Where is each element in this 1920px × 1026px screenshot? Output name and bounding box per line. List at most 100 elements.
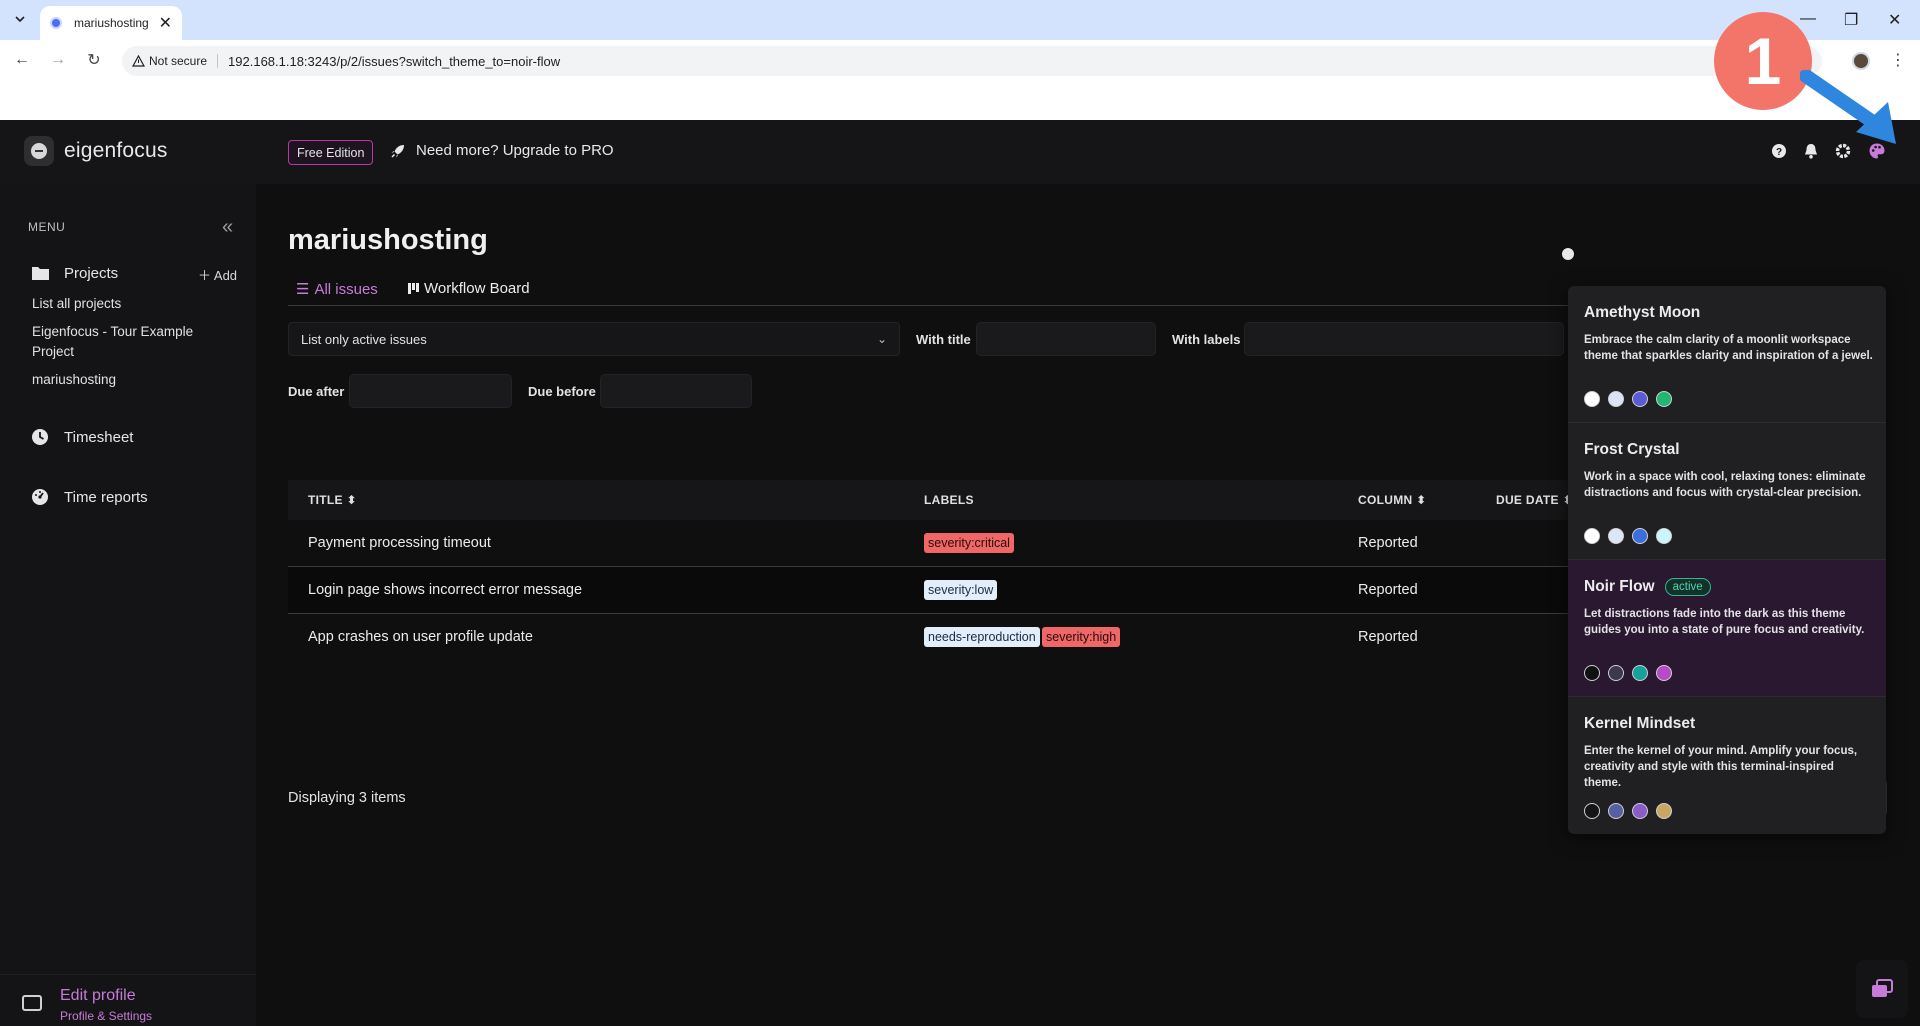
table-row[interactable]: App crashes on user profile update needs… — [288, 614, 1658, 661]
color-swatch — [1632, 665, 1648, 681]
theme-option-frost-crystal[interactable]: Frost Crystal Work in a space with cool,… — [1568, 423, 1886, 560]
svg-text:?: ? — [1776, 147, 1782, 158]
timesheet-label: Timesheet — [64, 428, 134, 446]
browser-menu-icon[interactable]: ⋮ — [1890, 50, 1906, 70]
table-header: TITLE ⬍ LABELS COLUMN ⬍ DUE DATE ⬍ — [288, 480, 1658, 520]
theme-description: Enter the kernel of your mind. Amplify y… — [1584, 745, 1858, 789]
active-issues-select[interactable]: List only active issues ⌄ — [288, 322, 900, 356]
color-swatch — [1632, 391, 1648, 407]
theme-option-amethyst-moon[interactable]: Amethyst Moon Embrace the calm clarity o… — [1568, 286, 1886, 423]
color-swatch — [1608, 803, 1624, 819]
col-column-header[interactable]: COLUMN ⬍ — [1358, 493, 1426, 507]
sidebar-item-time-reports[interactable]: Time reports — [30, 488, 148, 506]
active-badge: active — [1664, 578, 1711, 596]
col-labels-header: LABELS — [924, 493, 974, 507]
window-close-icon[interactable]: ✕ — [1888, 10, 1901, 30]
sidebar-item-list-all-projects[interactable]: List all projects — [32, 294, 232, 314]
profile-settings-label: Profile & Settings — [60, 1009, 153, 1023]
theme-switcher-menu: Amethyst Moon Embrace the calm clarity o… — [1568, 286, 1886, 834]
sidebar-item-mariushosting[interactable]: mariushosting — [32, 370, 232, 390]
theme-name-text: Frost Crystal — [1584, 441, 1680, 458]
with-labels-input[interactable] — [1244, 322, 1564, 356]
issue-title[interactable]: Payment processing timeout — [308, 535, 491, 551]
edit-profile-link[interactable]: Edit profile Profile & Settings — [0, 974, 256, 1026]
profile-avatar[interactable] — [1852, 52, 1870, 70]
issue-column: Reported — [1358, 535, 1418, 551]
color-swatch — [1584, 391, 1600, 407]
with-title-label: With title — [916, 332, 971, 347]
color-swatch — [1608, 391, 1624, 407]
theme-swatches — [1584, 803, 1672, 819]
brand[interactable]: eigenfocus — [24, 136, 168, 166]
due-after-label: Due after — [288, 384, 345, 399]
add-project-button[interactable]: ＋ Add — [198, 265, 237, 284]
sidebar-item-timesheet[interactable]: Timesheet — [30, 428, 133, 446]
list-icon: ☰ — [296, 281, 310, 298]
sidebar: MENU « Projects ＋ Add List all projects … — [0, 184, 256, 1026]
sidebar-item-eigenfocus-tour[interactable]: Eigenfocus - Tour Example Project — [32, 322, 232, 362]
arrow-icon — [1800, 70, 1896, 144]
with-title-input[interactable] — [976, 322, 1156, 356]
issue-column: Reported — [1358, 629, 1418, 645]
due-after-input[interactable] — [349, 374, 512, 408]
col-due-date-header[interactable]: DUE DATE ⬍ — [1496, 493, 1573, 507]
theme-name-text: Amethyst Moon — [1584, 304, 1701, 321]
sidebar-item-projects[interactable]: Projects — [30, 264, 118, 282]
add-label: Add — [213, 268, 238, 283]
browser-tab[interactable]: mariushosting ✕ — [40, 6, 182, 40]
tab-search-icon[interactable] — [8, 7, 32, 31]
items-count: Displaying 3 items — [288, 790, 406, 806]
issue-title[interactable]: App crashes on user profile update — [308, 629, 533, 645]
page-title: mariushosting — [288, 224, 488, 256]
step-number-badge: 1 — [1714, 12, 1812, 110]
table-row[interactable]: Login page shows incorrect error message… — [288, 567, 1658, 614]
tab-workflow-board[interactable]: Workflow Board — [408, 280, 530, 297]
floating-windows-button[interactable] — [1856, 960, 1908, 1018]
toggle-knob[interactable] — [1562, 248, 1574, 260]
theme-name-text: Noir Flow — [1584, 578, 1655, 595]
windows-icon — [1872, 979, 1893, 997]
browser-tab-title: mariushosting — [74, 16, 149, 30]
due-before-input[interactable] — [600, 374, 752, 408]
col-title-header[interactable]: TITLE ⬍ — [308, 493, 357, 507]
theme-option-kernel-mindset[interactable]: Kernel Mindset Enter the kernel of your … — [1568, 697, 1886, 834]
logo-icon — [24, 136, 54, 166]
help-icon[interactable]: ? — [1770, 142, 1788, 160]
tab-close-icon[interactable]: ✕ — [159, 13, 172, 33]
color-swatch — [1608, 665, 1624, 681]
col-title-label: TITLE — [308, 493, 343, 507]
tab-all-issues-label: All issues — [314, 280, 378, 298]
address-bar[interactable]: Not secure 192.168.1.18:3243/p/2/issues?… — [122, 46, 1822, 76]
not-secure-chip[interactable]: Not secure — [132, 54, 219, 68]
url-text: 192.168.1.18:3243/p/2/issues?switch_them… — [228, 53, 561, 69]
minimize-icon[interactable]: — — [1800, 10, 1816, 28]
theme-name: Frost Crystal — [1584, 441, 1870, 459]
theme-name: Kernel Mindset — [1584, 715, 1870, 733]
table-row[interactable]: Payment processing timeout severity:crit… — [288, 520, 1658, 567]
theme-option-noir-flow[interactable]: Noir Flow active Let distractions fade i… — [1568, 560, 1886, 697]
label-badge: severity:low — [924, 580, 998, 600]
folder-icon — [30, 264, 50, 282]
restore-icon[interactable]: ❐ — [1844, 10, 1858, 30]
board-icon — [408, 283, 419, 294]
issue-title[interactable]: Login page shows incorrect error message — [308, 582, 582, 598]
issue-tabs: ☰ All issues Workflow Board — [288, 274, 1708, 306]
reload-icon[interactable]: ↻ — [84, 50, 104, 70]
color-swatch — [1584, 665, 1600, 681]
menu-label: MENU — [28, 220, 66, 234]
clock-icon — [30, 428, 50, 446]
theme-swatches — [1584, 391, 1672, 407]
back-icon[interactable]: ← — [12, 50, 32, 70]
upgrade-link[interactable]: Need more? Upgrade to PRO — [390, 142, 614, 159]
chevron-down-icon: ⌄ — [876, 332, 887, 346]
theme-description: Work in a space with cool, relaxing tone… — [1584, 471, 1866, 499]
color-swatch — [1608, 528, 1624, 544]
tab-all-issues[interactable]: ☰ All issues — [296, 280, 378, 299]
collapse-sidebar-icon[interactable]: « — [222, 216, 233, 239]
color-swatch — [1584, 803, 1600, 819]
forward-icon[interactable]: → — [48, 50, 68, 70]
active-issues-select-value: List only active issues — [301, 331, 427, 347]
theme-name: Noir Flow active — [1584, 578, 1870, 596]
brand-name: eigenfocus — [64, 139, 168, 162]
id-card-icon — [22, 995, 42, 1011]
